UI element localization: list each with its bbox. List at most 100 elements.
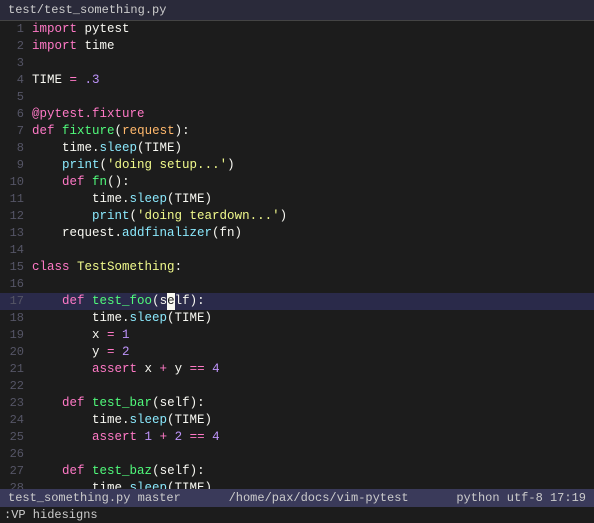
- line-number: 21: [0, 362, 32, 376]
- token: =: [107, 328, 115, 342]
- token: request: [122, 124, 175, 138]
- code-line: 1import pytest: [0, 21, 594, 38]
- token: request.: [32, 226, 122, 240]
- line-content: time.sleep(TIME): [32, 412, 594, 429]
- token: 'doing setup...': [107, 158, 227, 172]
- code-line: 8 time.sleep(TIME): [0, 140, 594, 157]
- line-number: 7: [0, 124, 32, 138]
- line-number: 25: [0, 430, 32, 444]
- line-number: 10: [0, 175, 32, 189]
- token: lf):: [175, 294, 205, 308]
- token: [32, 175, 62, 189]
- token: [115, 345, 123, 359]
- line-content: def test_bar(self):: [32, 395, 594, 412]
- code-line: 24 time.sleep(TIME): [0, 412, 594, 429]
- line-content: assert x + y == 4: [32, 361, 594, 378]
- line-content: [32, 446, 594, 463]
- code-line: 2import time: [0, 38, 594, 55]
- token: fixture: [62, 124, 115, 138]
- token: def: [62, 294, 85, 308]
- line-number: 26: [0, 447, 32, 461]
- code-line: 26: [0, 446, 594, 463]
- token: sleep: [130, 311, 168, 325]
- code-line: 23 def test_bar(self):: [0, 395, 594, 412]
- line-number: 17: [0, 294, 32, 308]
- token: def: [32, 124, 55, 138]
- token: @pytest.fixture: [32, 107, 145, 121]
- token: [55, 124, 63, 138]
- token: time.: [32, 192, 130, 206]
- code-line: 18 time.sleep(TIME): [0, 310, 594, 327]
- token: import: [32, 39, 77, 53]
- token: 2: [175, 430, 183, 444]
- token: y: [167, 362, 190, 376]
- code-line: 17 def test_foo(self):: [0, 293, 594, 310]
- token: addfinalizer: [122, 226, 212, 240]
- token: x: [137, 362, 160, 376]
- token: [85, 175, 93, 189]
- token: (self):: [152, 464, 205, 478]
- token: 1: [145, 430, 153, 444]
- token: [32, 362, 92, 376]
- token: [32, 209, 92, 223]
- token: [77, 73, 85, 87]
- token: def: [62, 464, 85, 478]
- token: x: [32, 328, 107, 342]
- token: [32, 294, 62, 308]
- token: [32, 464, 62, 478]
- token: ==: [190, 362, 205, 376]
- line-content: TIME = .3: [32, 72, 594, 89]
- token: [32, 396, 62, 410]
- line-number: 3: [0, 56, 32, 70]
- token: sleep: [130, 413, 168, 427]
- token: [152, 430, 160, 444]
- line-number: 20: [0, 345, 32, 359]
- token: time.: [32, 481, 130, 489]
- token: [85, 396, 93, 410]
- line-number: 15: [0, 260, 32, 274]
- token: (TIME): [167, 481, 212, 489]
- code-line: 12 print('doing teardown...'): [0, 208, 594, 225]
- line-number: 16: [0, 277, 32, 291]
- token: ==: [190, 430, 205, 444]
- line-content: def test_baz(self):: [32, 463, 594, 480]
- line-number: 12: [0, 209, 32, 223]
- token: [32, 158, 62, 172]
- statusline-right: python utf-8 17:19: [456, 491, 586, 505]
- editor: test/test_something.py 1import pytest2im…: [0, 0, 594, 523]
- code-line: 21 assert x + y == 4: [0, 361, 594, 378]
- line-number: 23: [0, 396, 32, 410]
- line-content: [32, 242, 594, 259]
- token: pytest: [77, 22, 130, 36]
- token: TIME: [32, 73, 70, 87]
- line-content: [32, 55, 594, 72]
- code-line: 15class TestSomething:: [0, 259, 594, 276]
- code-line: 9 print('doing setup...'): [0, 157, 594, 174]
- token: 4: [212, 430, 220, 444]
- code-line: 13 request.addfinalizer(fn): [0, 225, 594, 242]
- token: class: [32, 260, 70, 274]
- tab-bar[interactable]: test/test_something.py: [0, 0, 594, 21]
- line-content: y = 2: [32, 344, 594, 361]
- line-content: def test_foo(self):: [32, 293, 594, 310]
- token: time.: [32, 413, 130, 427]
- line-content: def fixture(request):: [32, 123, 594, 140]
- code-line: 4TIME = .3: [0, 72, 594, 89]
- cmdline: :VP hidesigns: [0, 507, 594, 523]
- code-area: 1import pytest2import time3 4TIME = .35 …: [0, 21, 594, 489]
- token: [137, 430, 145, 444]
- code-line: 5: [0, 89, 594, 106]
- line-number: 18: [0, 311, 32, 325]
- code-line: 22: [0, 378, 594, 395]
- line-content: assert 1 + 2 == 4: [32, 429, 594, 446]
- code-line: 19 x = 1: [0, 327, 594, 344]
- line-content: [32, 276, 594, 293]
- cmdline-text: :VP hidesigns: [4, 508, 98, 522]
- code-line: 6@pytest.fixture: [0, 106, 594, 123]
- token: 'doing teardown...': [137, 209, 280, 223]
- line-number: 2: [0, 39, 32, 53]
- line-number: 24: [0, 413, 32, 427]
- line-content: time.sleep(TIME): [32, 140, 594, 157]
- code-line: 25 assert 1 + 2 == 4: [0, 429, 594, 446]
- line-number: 14: [0, 243, 32, 257]
